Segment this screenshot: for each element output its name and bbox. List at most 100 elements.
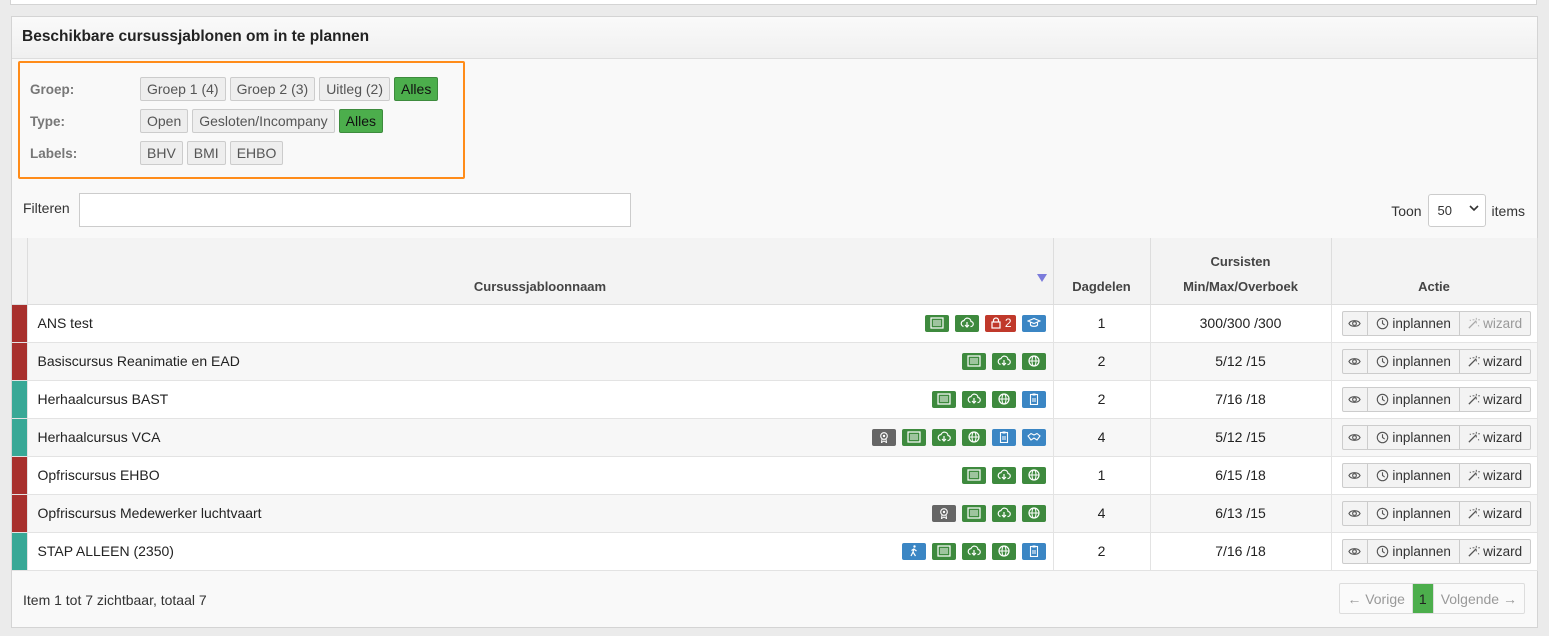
clipboard-icon[interactable]	[1021, 542, 1046, 560]
row-name-wrap: Opfriscursus EHBO	[38, 466, 1052, 484]
inplannen-label: inplannen	[1392, 353, 1451, 369]
row-name[interactable]: Herhaalcursus VCA	[38, 429, 161, 445]
filter-label-labels: Labels:	[30, 145, 78, 161]
next-page-button[interactable]: Volgende →	[1434, 584, 1524, 613]
view-button[interactable]	[1343, 387, 1369, 411]
clock-icon	[1376, 393, 1389, 406]
globe-icon[interactable]	[1021, 504, 1046, 522]
wizard-button[interactable]: wizard	[1460, 350, 1530, 373]
pagination: ← Vorige 1 Volgende →	[1339, 583, 1525, 614]
lock-icon[interactable]: 2	[984, 314, 1016, 332]
filter-groep-uitleg-2-button[interactable]: Uitleg (2)	[319, 77, 390, 101]
table-row: Opfriscursus EHBO 1 6/15 /18 inplannen wizar…	[12, 456, 1538, 495]
view-button[interactable]	[1343, 501, 1369, 525]
view-button[interactable]	[1343, 539, 1369, 563]
inplannen-button[interactable]: inplannen	[1368, 311, 1460, 335]
globe-icon[interactable]	[1021, 352, 1046, 370]
inplannen-label: inplannen	[1392, 467, 1451, 483]
row-name[interactable]: Opfriscursus EHBO	[38, 467, 160, 483]
download-cloud-icon[interactable]	[954, 314, 979, 332]
download-cloud-icon[interactable]	[961, 542, 986, 560]
filter-type-open-button[interactable]: Open	[140, 109, 189, 133]
list-icon[interactable]	[924, 314, 949, 332]
row-name[interactable]: Herhaalcursus BAST	[38, 391, 169, 407]
header-cursisten[interactable]: Cursisten Min/Max/Overboek	[1150, 238, 1332, 305]
view-button[interactable]	[1343, 311, 1369, 335]
download-cloud-icon[interactable]	[991, 352, 1016, 370]
header-cursisten-sub: Min/Max/Overboek	[1183, 278, 1298, 294]
header-name[interactable]: Cursussjabloonnaam	[27, 238, 1054, 305]
row-cursisten: 7/16 /18	[1150, 380, 1332, 419]
filter-label-type: Type:	[30, 113, 66, 129]
clipboard-icon[interactable]	[991, 428, 1016, 446]
download-cloud-icon[interactable]	[931, 428, 956, 446]
view-button[interactable]	[1343, 463, 1369, 487]
filter-groep-groep-2-3-button[interactable]: Groep 2 (3)	[229, 77, 316, 101]
filter-labels-ehbo-button[interactable]: EHBO	[229, 141, 284, 165]
row-actions: inplannen wizard	[1331, 418, 1538, 457]
table-row: Basiscursus Reanimatie en EAD 2 5/12 /15 in…	[12, 342, 1538, 381]
sort-desc-icon[interactable]	[1036, 270, 1047, 285]
row-cursisten: 6/13 /15	[1150, 494, 1332, 533]
row-name[interactable]: ANS test	[38, 315, 93, 331]
row-name-wrap: Herhaalcursus BAST	[38, 390, 1052, 408]
page-size-control: Toon 50 items	[1391, 194, 1525, 227]
list-icon[interactable]	[901, 428, 926, 446]
list-icon[interactable]	[961, 352, 986, 370]
row-name[interactable]: STAP ALLEEN (2350)	[38, 543, 174, 559]
wizard-button[interactable]: wizard	[1460, 464, 1530, 487]
download-cloud-icon[interactable]	[961, 390, 986, 408]
graduation-cap-icon[interactable]	[1021, 314, 1046, 332]
list-icon[interactable]	[931, 542, 956, 560]
handshake-icon[interactable]	[1021, 428, 1046, 446]
globe-icon[interactable]	[961, 428, 986, 446]
certificate-icon[interactable]	[871, 428, 896, 446]
header-dagdelen[interactable]: Dagdelen	[1053, 238, 1151, 305]
view-button[interactable]	[1343, 349, 1369, 373]
clipboard-icon[interactable]	[1021, 390, 1046, 408]
prev-page-button[interactable]: ← Vorige	[1340, 584, 1413, 613]
wizard-button[interactable]: wizard	[1460, 388, 1530, 411]
filter-groep-groep-1-4-button[interactable]: Groep 1 (4)	[140, 77, 226, 101]
row-actions: inplannen wizard	[1331, 456, 1538, 495]
row-name[interactable]: Opfriscursus Medewerker luchtvaart	[38, 505, 262, 521]
download-cloud-icon[interactable]	[991, 466, 1016, 484]
certificate-icon[interactable]	[931, 504, 956, 522]
filter-label-groep: Groep:	[30, 81, 75, 97]
row-icons	[901, 542, 1046, 560]
search-input[interactable]	[79, 193, 631, 227]
globe-icon[interactable]	[991, 390, 1016, 408]
row-name[interactable]: Basiscursus Reanimatie en EAD	[38, 353, 240, 369]
download-cloud-icon[interactable]	[991, 504, 1016, 522]
page-size-select[interactable]: 50	[1427, 194, 1486, 227]
wizard-button[interactable]: wizard	[1460, 426, 1530, 449]
row-cursisten: 6/15 /18	[1150, 456, 1332, 495]
wizard-button[interactable]: wizard	[1460, 502, 1530, 525]
clock-icon	[1376, 469, 1389, 482]
row-dagdelen: 2	[1053, 532, 1151, 571]
row-color-stripe	[12, 418, 28, 457]
list-icon[interactable]	[961, 504, 986, 522]
globe-icon[interactable]	[1021, 466, 1046, 484]
wizard-button[interactable]: wizard	[1460, 540, 1530, 563]
row-name-cell: Herhaalcursus BAST	[27, 380, 1054, 419]
row-name-cell: Herhaalcursus VCA	[27, 418, 1054, 457]
inplannen-button[interactable]: inplannen	[1368, 349, 1460, 373]
view-button[interactable]	[1343, 425, 1369, 449]
inplannen-button[interactable]: inplannen	[1368, 501, 1460, 525]
list-icon[interactable]	[961, 466, 986, 484]
inplannen-button[interactable]: inplannen	[1368, 539, 1460, 563]
filter-type-gesloten-incompany-button[interactable]: Gesloten/Incompany	[192, 109, 335, 133]
inplannen-button[interactable]: inplannen	[1368, 387, 1460, 411]
page-1-button[interactable]: 1	[1412, 584, 1434, 613]
filter-type-alles-button[interactable]: Alles	[338, 109, 384, 133]
filter-labels-bmi-button[interactable]: BMI	[186, 141, 226, 165]
filter-labels-bhv-button[interactable]: BHV	[140, 141, 183, 165]
list-icon[interactable]	[931, 390, 956, 408]
inplannen-button[interactable]: inplannen	[1368, 463, 1460, 487]
page-size-value: 50	[1437, 203, 1453, 218]
globe-icon[interactable]	[991, 542, 1016, 560]
walking-icon[interactable]	[901, 542, 926, 560]
inplannen-button[interactable]: inplannen	[1368, 425, 1460, 449]
filter-groep-alles-button[interactable]: Alles	[393, 77, 439, 101]
